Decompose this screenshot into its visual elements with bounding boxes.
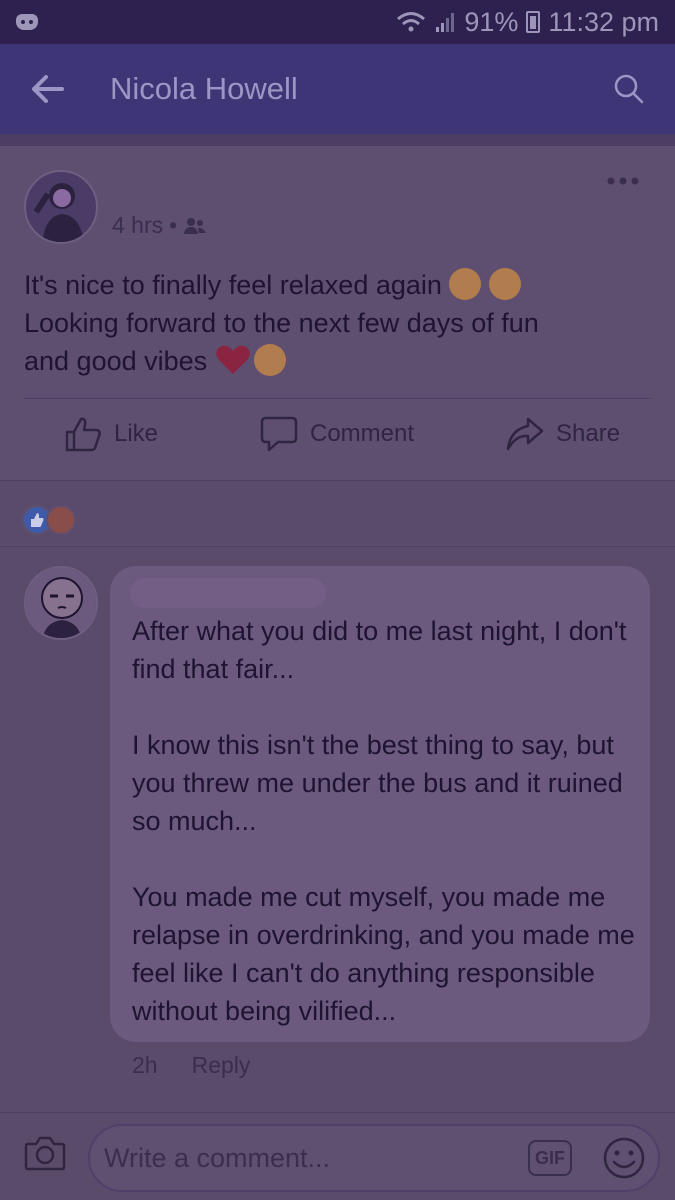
comment-paragraph-2: I know this isn't the best thing to say,… — [132, 730, 623, 836]
post-time[interactable]: 4 hrs — [112, 212, 163, 239]
share-arrow-icon — [506, 417, 544, 451]
discord-notification-icon — [16, 14, 38, 30]
more-horizontal-icon[interactable] — [607, 176, 639, 186]
post-text-line-1: It's nice to finally feel relaxed again — [24, 270, 442, 300]
comment-input-container[interactable]: GIF — [88, 1124, 660, 1192]
comment-time: 2h — [132, 1052, 158, 1078]
actions-divider — [24, 398, 651, 399]
post-meta: 4 hrs • — [112, 212, 207, 239]
poster-avatar[interactable] — [24, 170, 98, 244]
thumbs-up-icon — [65, 417, 101, 452]
post-card: 4 hrs • It's nice to finally feel relaxe… — [0, 146, 675, 480]
reply-button[interactable]: Reply — [192, 1052, 251, 1079]
like-label: Like — [114, 420, 159, 447]
commenter-avatar[interactable] — [24, 566, 98, 640]
comment-text: After what you did to me last night, I d… — [132, 612, 637, 1030]
arrow-left-icon[interactable] — [30, 75, 64, 103]
meta-dot: • — [169, 212, 178, 238]
comment-composer: GIF — [0, 1113, 675, 1200]
comment-bubble[interactable]: After what you did to me last night, I d… — [110, 566, 650, 1042]
search-icon[interactable] — [613, 73, 645, 105]
wifi-icon — [397, 12, 426, 32]
share-label: Share — [556, 420, 621, 447]
post-text-line-3: and good vibes — [24, 346, 208, 376]
status-bar: 91% 11:32 pm — [0, 0, 675, 44]
comment-input[interactable] — [104, 1140, 514, 1176]
post-text: It's nice to finally feel relaxed again … — [24, 266, 634, 380]
battery-percent: 91% — [464, 6, 519, 37]
comment-button[interactable]: Comment — [260, 416, 414, 452]
battery-icon — [526, 11, 541, 33]
sleeping-emoji-icon — [449, 268, 482, 300]
comment-paragraph-1: After what you did to me last night, I d… — [132, 616, 627, 684]
heart-emoji-icon — [215, 344, 250, 376]
clock: 11:32 pm — [548, 6, 659, 37]
angry-reaction-icon — [46, 505, 76, 535]
camera-icon[interactable] — [24, 1135, 66, 1171]
reactions-summary[interactable] — [22, 505, 76, 535]
smiley-icon[interactable] — [602, 1136, 646, 1180]
share-button[interactable]: Share — [506, 416, 620, 452]
commenter-name-redacted — [130, 578, 326, 608]
smiling-emoji-icon — [254, 344, 287, 376]
post-text-line-2: Looking forward to the next few days of … — [24, 308, 539, 338]
friends-icon — [184, 217, 207, 234]
relieved-emoji-icon — [488, 268, 521, 300]
speech-bubble-icon — [260, 416, 298, 452]
reactions-divider-top — [0, 480, 675, 481]
page-title: Nicola Howell — [110, 71, 298, 106]
comment-paragraph-3: You made me cut myself, you made me rela… — [132, 882, 635, 1026]
gif-button[interactable]: GIF — [528, 1140, 572, 1176]
reactions-divider-bottom — [0, 546, 675, 547]
like-button[interactable]: Like — [64, 416, 158, 452]
comment-meta: 2h Reply — [132, 1052, 250, 1079]
comment-label: Comment — [310, 420, 415, 447]
app-bar: Nicola Howell — [0, 44, 675, 134]
signal-icon — [436, 13, 455, 32]
header-divider — [0, 134, 675, 146]
